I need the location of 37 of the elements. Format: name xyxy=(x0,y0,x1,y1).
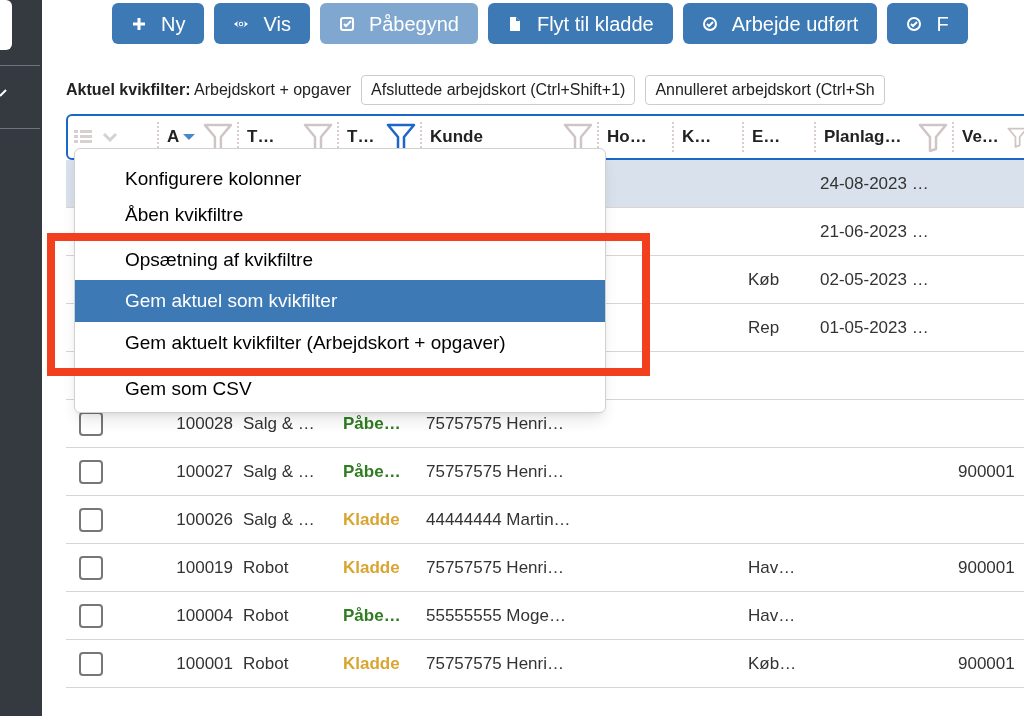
table-cell: 75757575 Henri… xyxy=(426,461,564,481)
table-cell: 100028 xyxy=(176,413,233,433)
table-cell: Salg & … xyxy=(243,461,315,481)
table-cell: 100001 xyxy=(176,653,233,673)
table-cell: Køb… xyxy=(748,653,797,673)
table-cell: Salg & … xyxy=(243,413,315,433)
table-cell: 75757575 Henri… xyxy=(426,413,564,433)
table-cell: 100026 xyxy=(176,509,233,529)
table-cell: Robot xyxy=(243,653,289,673)
table-cell: 24-08-2023 … xyxy=(820,173,929,193)
table-cell: Hav… xyxy=(748,557,796,577)
status-label: Påbe… xyxy=(343,461,401,481)
status-label: Kladde xyxy=(343,557,400,577)
table-cell: 75757575 Henri… xyxy=(426,557,564,577)
table-cell: 100027 xyxy=(176,461,233,481)
table-cell: 44444444 Martin… xyxy=(426,509,571,529)
table-cell: 900001 xyxy=(958,653,1015,673)
table-cell: 01-05-2023 … xyxy=(820,317,929,337)
table-cell: 900001 xyxy=(958,557,1015,577)
table-cell: 100019 xyxy=(176,557,233,577)
table-cell: 55555555 Moge… xyxy=(426,605,566,625)
status-label: Kladde xyxy=(343,509,400,529)
table-cell: Salg & … xyxy=(243,509,315,529)
table-cell: 100004 xyxy=(176,605,233,625)
table-cell: 02-05-2023 … xyxy=(820,269,929,289)
table-cell: 75757575 Henri… xyxy=(426,653,564,673)
table-cell: Robot xyxy=(243,557,289,577)
quick-filter-label: Aktuel kvikfilter: Arbejdskort + opgaver xyxy=(66,80,352,100)
table-cell: Køb xyxy=(748,269,780,289)
table-cell: Robot xyxy=(243,605,289,625)
status-label: Påbe… xyxy=(343,413,401,433)
table-cell: 21-06-2023 … xyxy=(820,221,929,241)
table-cell: Hav… xyxy=(748,605,796,625)
table-cell: 900001 xyxy=(958,461,1015,481)
status-label: Kladde xyxy=(343,653,400,673)
table-cell: Rep xyxy=(748,317,780,337)
status-label: Påbe… xyxy=(343,605,401,625)
